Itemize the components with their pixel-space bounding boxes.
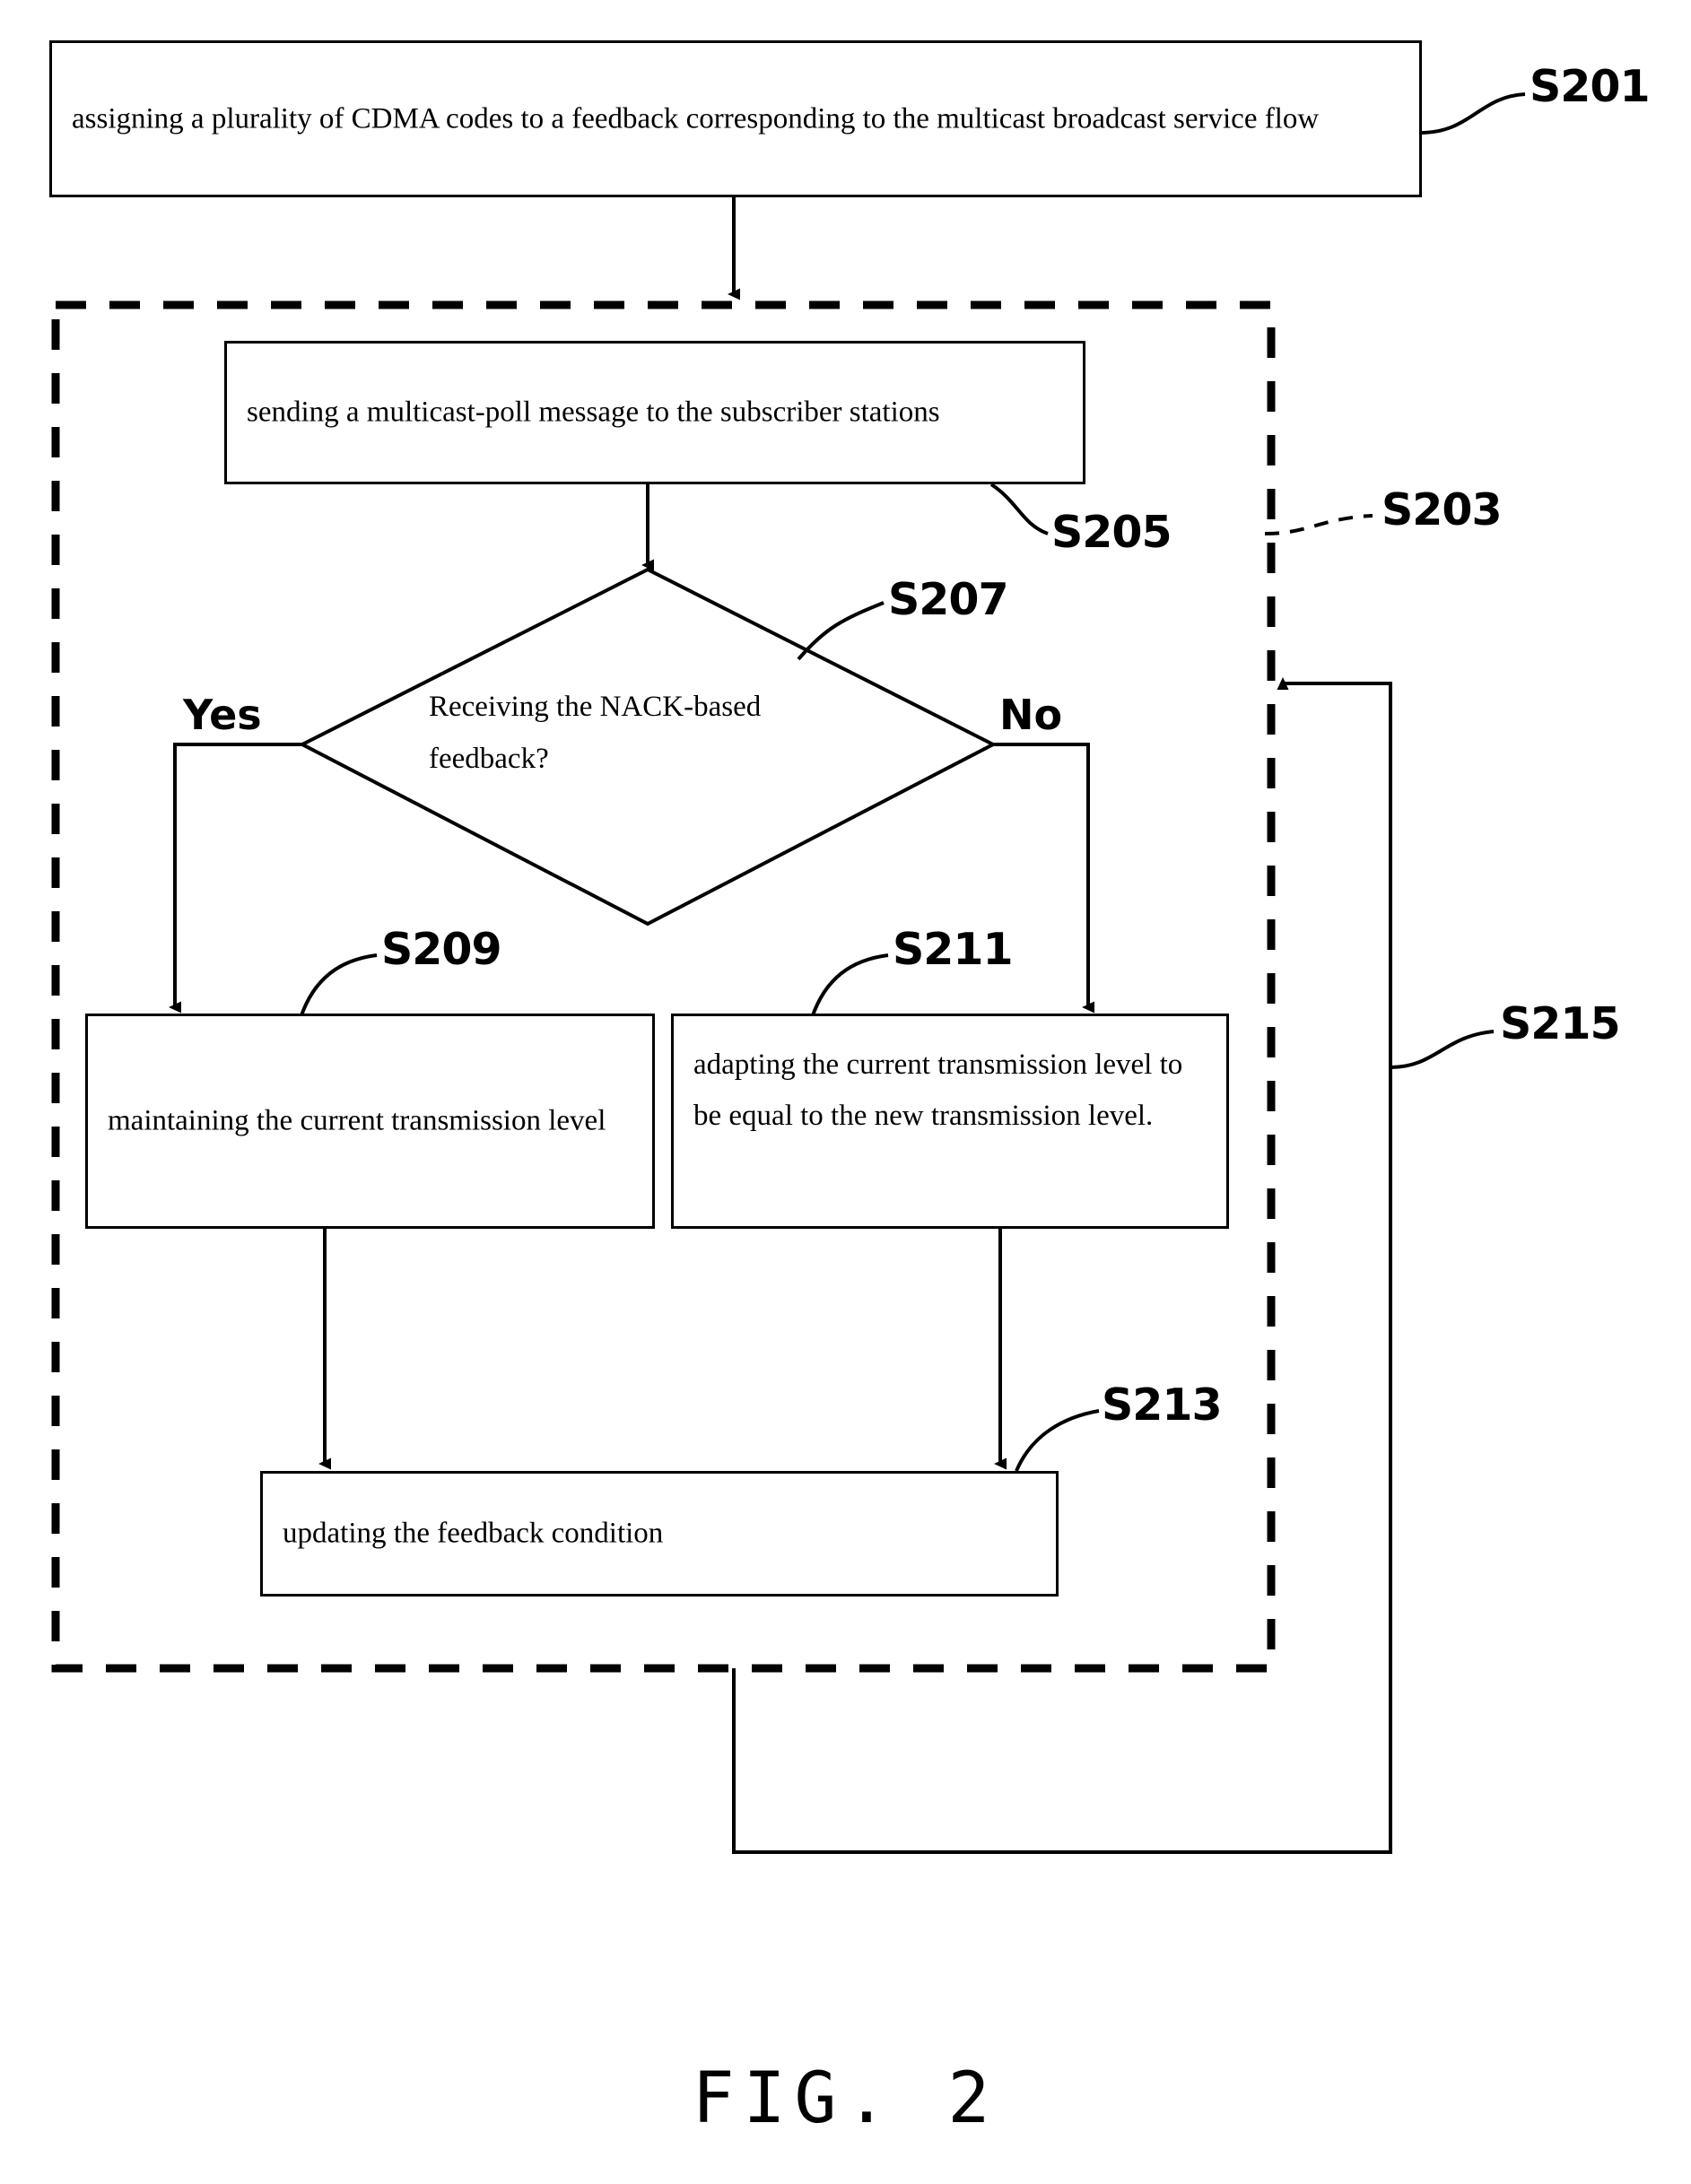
process-box-s201: assigning a plurality of CDMA codes to a… xyxy=(49,40,1422,197)
loopback-line-s215 xyxy=(732,677,1392,1854)
process-box-s213-text: updating the feedback condition xyxy=(283,1517,664,1550)
leader-s207 xyxy=(797,601,885,661)
ref-label-s207: S207 xyxy=(888,574,1009,625)
figure-caption: FIG. 2 xyxy=(692,2058,999,2139)
leader-s205 xyxy=(989,483,1049,535)
process-box-s211-text: adapting the current transmission level … xyxy=(693,1048,1183,1132)
ref-label-s211: S211 xyxy=(893,924,1014,975)
decision-s207-text-line1: Receiving the NACK-based xyxy=(429,691,762,723)
leader-s215 xyxy=(1390,1030,1495,1069)
leader-s203 xyxy=(1264,514,1373,535)
process-box-s209: maintaining the current transmission lev… xyxy=(85,1014,655,1229)
ref-label-s213: S213 xyxy=(1102,1379,1223,1431)
process-box-s211: adapting the current transmission level … xyxy=(671,1014,1229,1229)
ref-label-s205: S205 xyxy=(1051,507,1172,558)
process-box-s205: sending a multicast-poll message to the … xyxy=(224,341,1085,484)
ref-label-s203: S203 xyxy=(1382,484,1503,535)
leader-s211 xyxy=(810,953,889,1019)
ref-label-s209: S209 xyxy=(381,924,502,975)
leader-s201 xyxy=(1419,92,1526,135)
branch-label-no: No xyxy=(999,691,1063,739)
arrow-yes-to-s209 xyxy=(169,743,302,1014)
leader-s209 xyxy=(299,953,378,1019)
ref-label-s215: S215 xyxy=(1500,998,1621,1049)
process-box-s201-text: assigning a plurality of CDMA codes to a… xyxy=(72,102,1320,135)
decision-s207-text-line2: feedback? xyxy=(429,743,549,775)
leader-s213 xyxy=(1015,1409,1100,1472)
process-box-s209-text: maintaining the current transmission lev… xyxy=(108,1104,606,1137)
ref-label-s201: S201 xyxy=(1530,61,1651,112)
figure-canvas: assigning a plurality of CDMA codes to a… xyxy=(0,0,1691,2184)
process-box-s213: updating the feedback condition xyxy=(260,1471,1059,1597)
branch-label-yes: Yes xyxy=(183,691,262,739)
process-box-s205-text: sending a multicast-poll message to the … xyxy=(247,396,940,429)
